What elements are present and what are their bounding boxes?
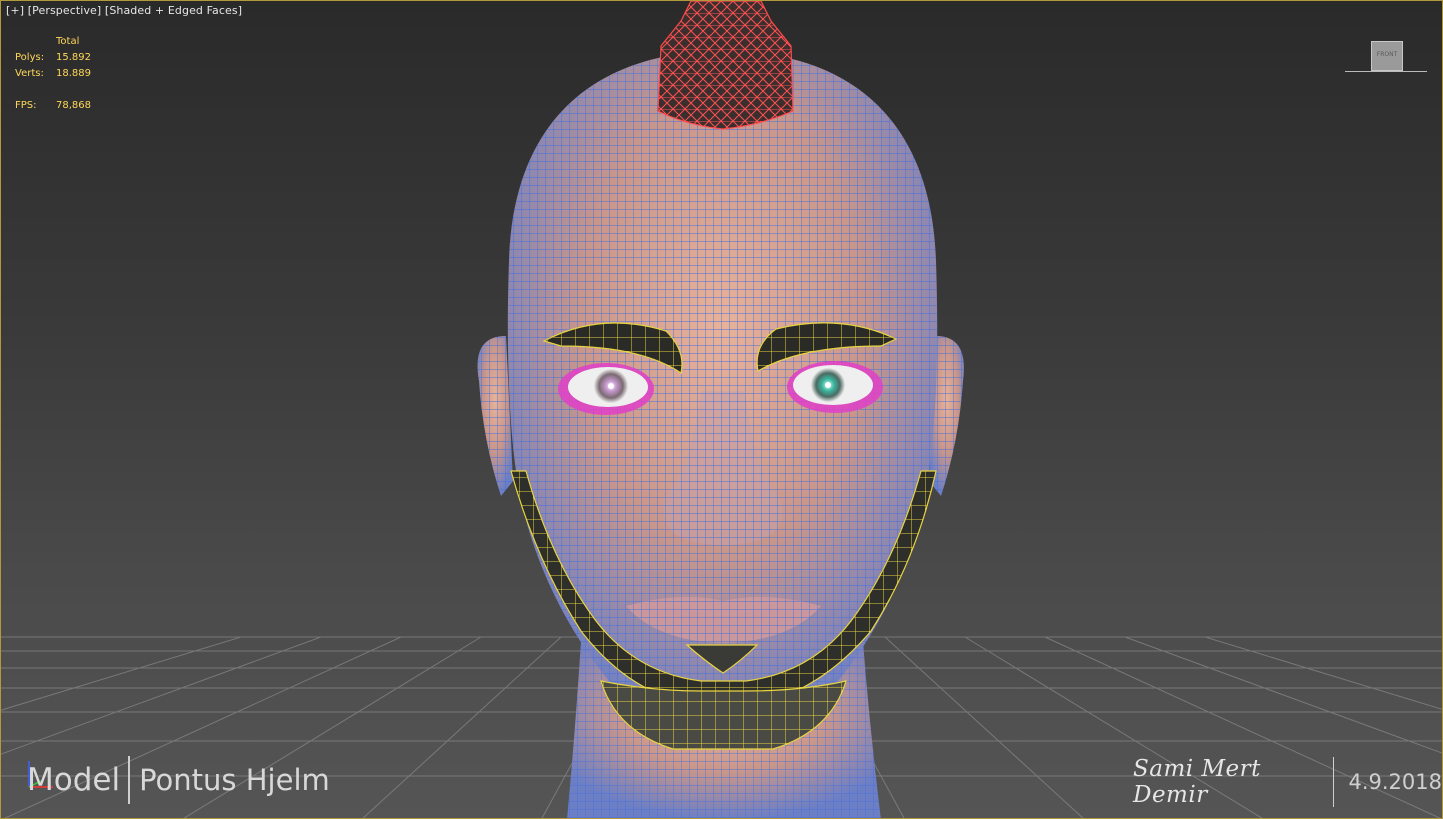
viewport-menu-plus[interactable]: [+] (6, 4, 24, 17)
signature-divider (1332, 757, 1335, 807)
perspective-viewport[interactable]: [+] [Perspective] [Shaded + Edged Faces]… (0, 0, 1443, 819)
fps-value: 78,868 (56, 100, 91, 111)
viewcube-compass-ring[interactable] (1345, 71, 1427, 75)
fps-label: FPS: (15, 100, 37, 111)
credit-role: Model (27, 762, 121, 798)
viewport-label: [+] [Perspective] [Shaded + Edged Faces] (6, 4, 242, 17)
model-credit: Model Pontus Hjelm (27, 756, 330, 804)
polys-label: Polys: (15, 52, 45, 63)
left-eye (558, 363, 654, 415)
verts-value: 18.889 (56, 68, 91, 79)
render-date: 4.9.2018 (1348, 770, 1442, 794)
credit-modeler-name: Pontus Hjelm (139, 763, 330, 797)
right-eye (787, 361, 883, 413)
viewcube-front-face[interactable]: FRONT (1371, 41, 1403, 71)
viewport-view-menu[interactable]: [Perspective] (28, 4, 102, 17)
artist-signature: Sami Mert Demir (1133, 756, 1261, 808)
verts-label: Verts: (15, 68, 44, 79)
polys-value: 15.892 (56, 52, 91, 63)
stats-header: Total (56, 36, 80, 47)
render-signature: Sami Mert Demir 4.9.2018 (1133, 756, 1442, 808)
scene-canvas[interactable] (1, 1, 1443, 819)
credit-divider (128, 756, 131, 804)
viewcube[interactable]: FRONT (1345, 39, 1427, 79)
viewport-shading-menu[interactable]: [Shaded + Edged Faces] (105, 4, 242, 17)
